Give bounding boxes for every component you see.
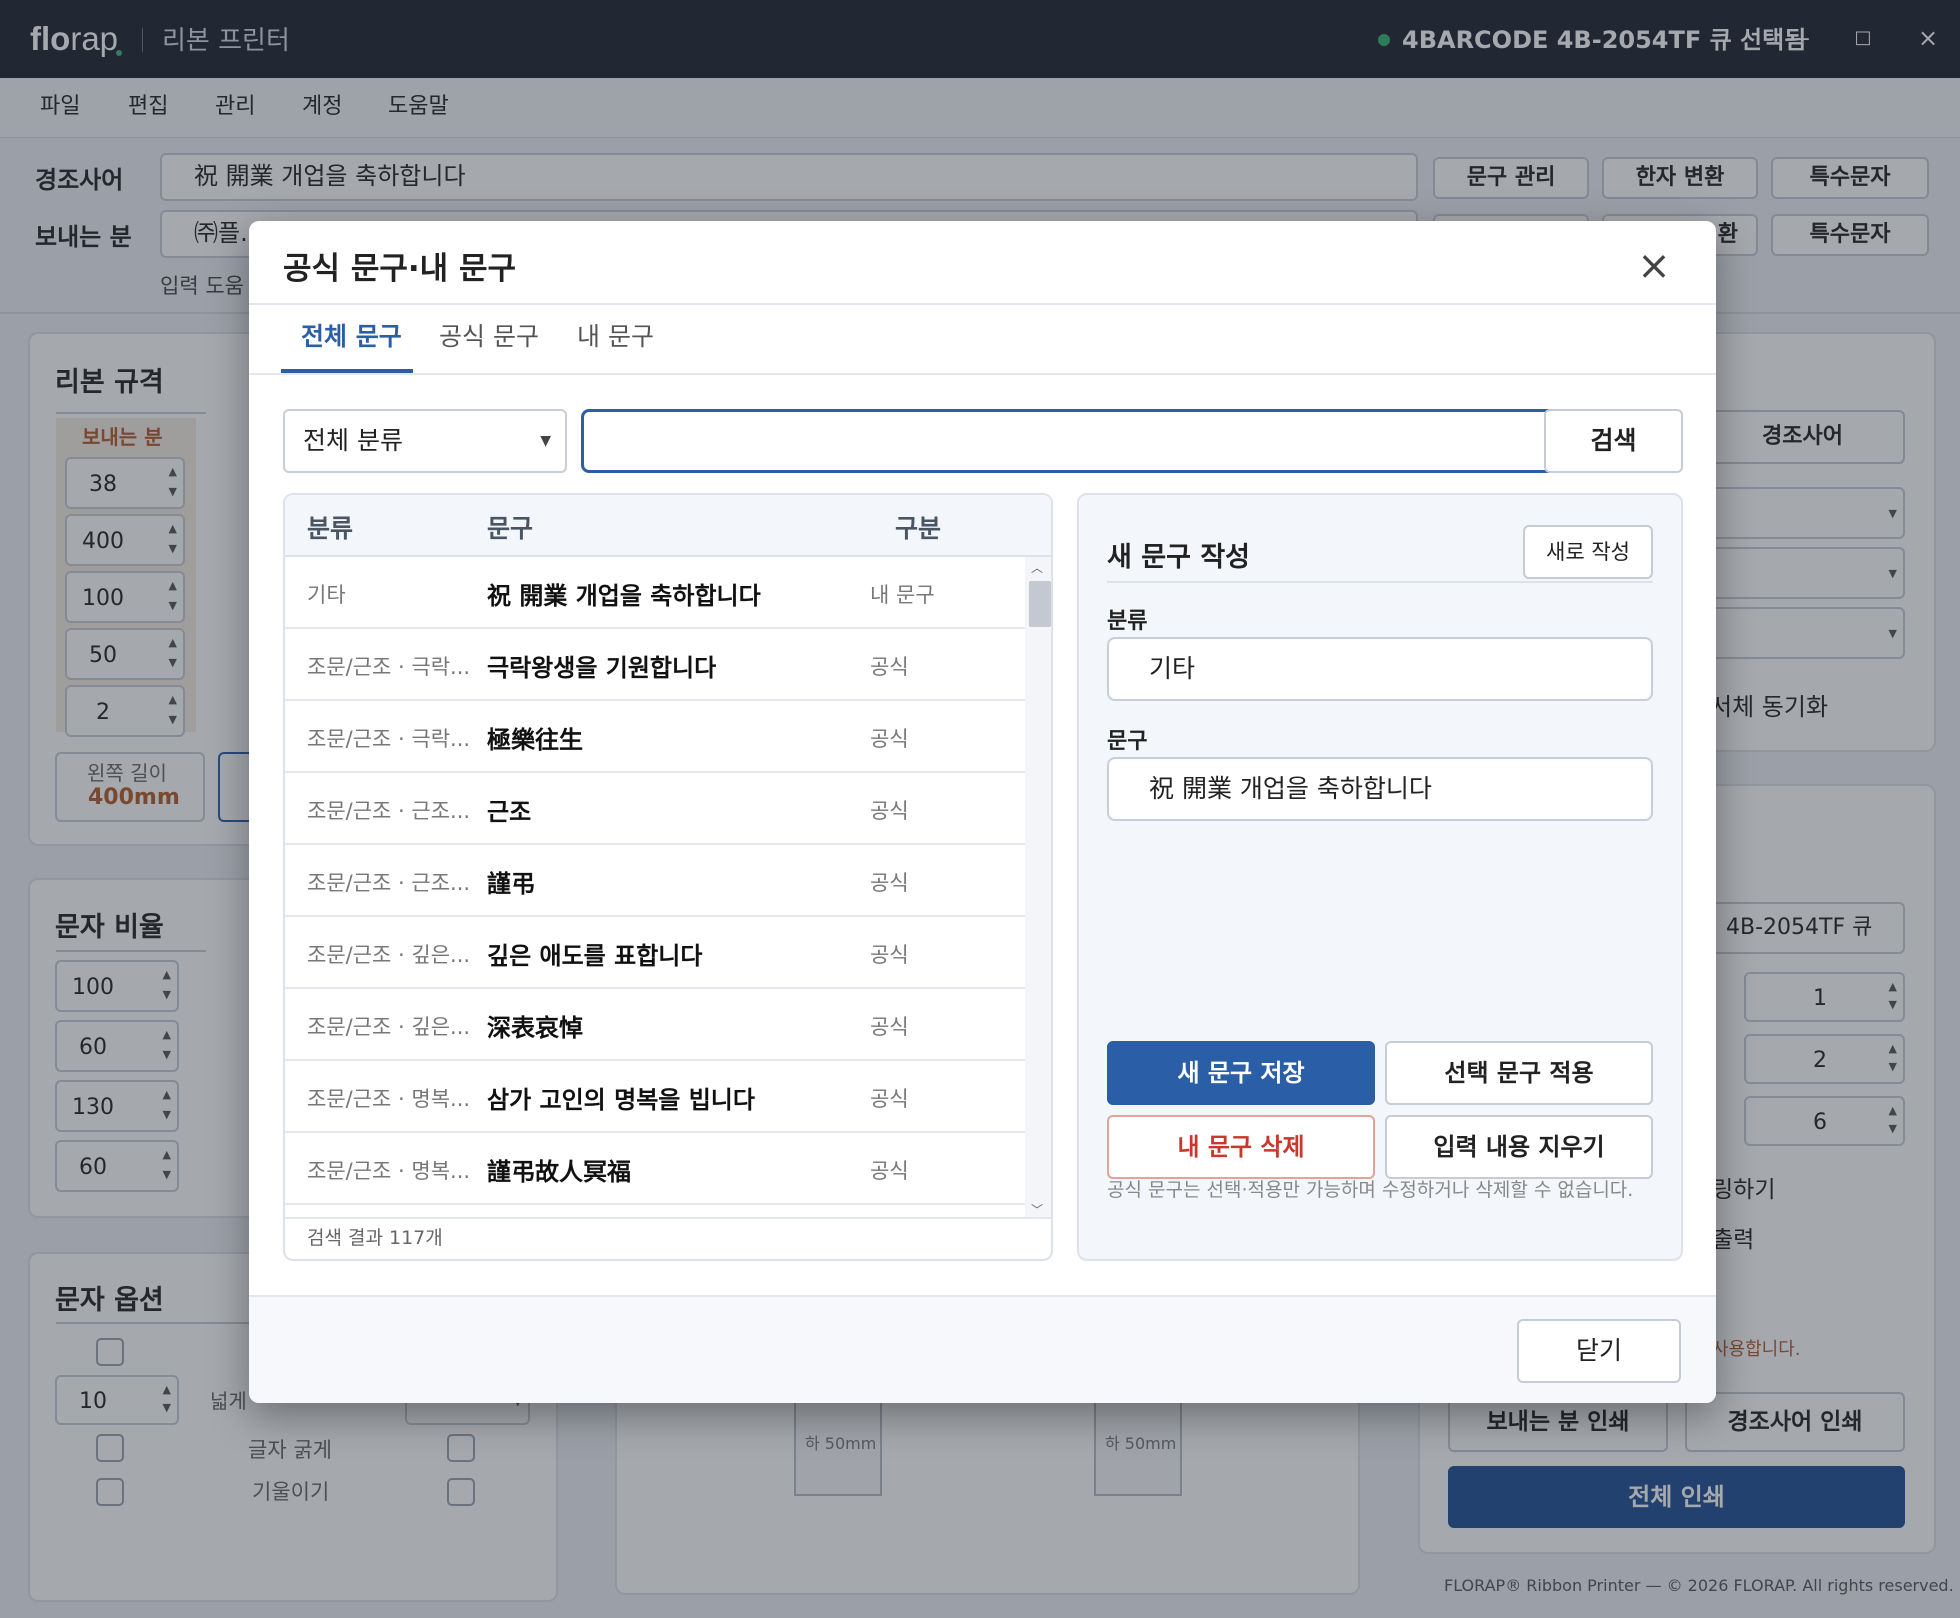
phrase-editor: 새 문구 작성 새로 작성 분류 기타 문구 祝 開業 개업을 축하합니다 새 … (1077, 493, 1683, 1261)
row-category: 기타 (307, 583, 346, 607)
tab-official-phrases[interactable]: 공식 문구 (439, 317, 539, 353)
row-phrase: 謹弔故人冥福 (487, 1158, 631, 1186)
row-category: 조문/근조 · 명복... (307, 1159, 471, 1183)
list-footer-divider (285, 1217, 1051, 1219)
list-scrollbar[interactable] (1025, 557, 1051, 1217)
table-row[interactable]: 조문/근조 · 극락... 극락왕생을 기원합니다 공식 (285, 629, 1025, 701)
table-row[interactable]: 조문/근조 · 근조... 謹弔 공식 (285, 845, 1025, 917)
row-category: 조문/근조 · 근조... (307, 799, 471, 823)
row-type: 공식 (870, 1087, 909, 1111)
editor-divider (1107, 581, 1653, 583)
header-type: 구분 (895, 514, 942, 543)
apply-phrase-button[interactable]: 선택 문구 적용 (1385, 1041, 1653, 1105)
row-phrase: 깊은 애도를 표합니다 (487, 942, 703, 970)
phrase-list: 분류 문구 구분 기타 祝 開業 개업을 축하합니다 내 문구조문/근조 · 극락.… (283, 493, 1053, 1261)
table-row[interactable]: 조문/근조 · 극락... 極樂往生 공식 (285, 701, 1025, 773)
table-row[interactable]: 조문/근조 · 명복... 삼가 고인의 명복을 빕니다 공식 (285, 1061, 1025, 1133)
row-phrase: 深表哀悼 (487, 1014, 583, 1042)
dialog-footer (249, 1297, 1716, 1403)
result-count: 검색 결과 117개 (307, 1227, 443, 1249)
editor-note: 공식 문구는 선택·적용만 가능하며 수정하거나 삭제할 수 없습니다. (1107, 1179, 1634, 1201)
row-type: 공식 (870, 1015, 909, 1039)
dialog-close-button[interactable]: 닫기 (1517, 1319, 1681, 1383)
row-category: 조문/근조 · 명복... (307, 1087, 471, 1111)
row-type: 공식 (870, 799, 909, 823)
tab-my-phrases[interactable]: 내 문구 (577, 317, 654, 353)
table-row[interactable]: 조문/근조 · 명복... 謹弔故人冥福 공식 (285, 1133, 1025, 1205)
editor-category-input[interactable]: 기타 (1107, 637, 1653, 701)
editor-title: 새 문구 작성 (1107, 542, 1250, 573)
row-type: 공식 (870, 1159, 909, 1183)
search-input[interactable] (581, 409, 1570, 473)
row-category: 조문/근조 · 극락... (307, 655, 471, 679)
search-button[interactable]: 검색 (1544, 409, 1683, 473)
new-phrase-button[interactable]: 새로 작성 (1523, 525, 1653, 579)
editor-phrase-label: 문구 (1107, 729, 1148, 754)
table-row[interactable]: 기타 祝 開業 개업을 축하합니다 내 문구 (285, 557, 1025, 629)
table-row[interactable]: 조문/근조 · 근조... 근조 공식 (285, 773, 1025, 845)
row-type: 공식 (870, 943, 909, 967)
dialog-header-divider (249, 303, 1716, 305)
scroll-up-icon[interactable]: ︿ (1031, 559, 1043, 576)
scroll-down-icon[interactable]: ﹀ (1031, 1201, 1043, 1218)
dialog-close-icon[interactable]: × (1629, 241, 1679, 291)
row-type: 공식 (870, 871, 909, 895)
row-category: 조문/근조 · 깊은... (307, 943, 471, 967)
clear-input-button[interactable]: 입력 내용 지우기 (1385, 1115, 1653, 1179)
category-select[interactable]: 전체 분류 ▼ (283, 409, 567, 473)
table-row[interactable]: 조문/근조 · 깊은... 깊은 애도를 표합니다 공식 (285, 917, 1025, 989)
row-type: 공식 (870, 727, 909, 751)
row-phrase: 근조 (487, 798, 532, 826)
phrase-dialog: 공식 문구·내 문구 × 전체 문구 공식 문구 내 문구 전체 분류 ▼ 검색 … (249, 221, 1716, 1403)
row-phrase: 祝 開業 개업을 축하합니다 (487, 582, 761, 610)
chevron-down-icon: ▼ (540, 433, 551, 449)
row-category: 조문/근조 · 극락... (307, 727, 471, 751)
row-category: 조문/근조 · 근조... (307, 871, 471, 895)
editor-phrase-input[interactable]: 祝 開業 개업을 축하합니다 (1107, 757, 1653, 821)
table-row[interactable]: 조문/근조 · 깊은... 深表哀悼 공식 (285, 989, 1025, 1061)
dialog-title: 공식 문구·내 문구 (283, 251, 517, 287)
row-phrase: 극락왕생을 기원합니다 (487, 654, 717, 682)
header-phrase: 문구 (487, 514, 534, 543)
row-category: 조문/근조 · 깊은... (307, 1015, 471, 1039)
app-window: florap 리본 프린터 4BARCODE 4B-2054TF 큐 선택됨 —… (0, 0, 1960, 1618)
delete-phrase-button[interactable]: 내 문구 삭제 (1107, 1115, 1375, 1179)
row-type: 공식 (870, 655, 909, 679)
row-type: 내 문구 (870, 583, 935, 607)
save-phrase-button[interactable]: 새 문구 저장 (1107, 1041, 1375, 1105)
row-phrase: 삼가 고인의 명복을 빕니다 (487, 1086, 755, 1114)
scrollbar-thumb[interactable] (1029, 581, 1051, 627)
editor-category-label: 분류 (1107, 609, 1148, 634)
tab-divider (249, 373, 1716, 375)
row-phrase: 極樂往生 (487, 726, 583, 754)
row-phrase: 謹弔 (487, 870, 535, 898)
header-category: 분류 (307, 514, 354, 543)
tab-all-phrases[interactable]: 전체 문구 (301, 317, 402, 353)
